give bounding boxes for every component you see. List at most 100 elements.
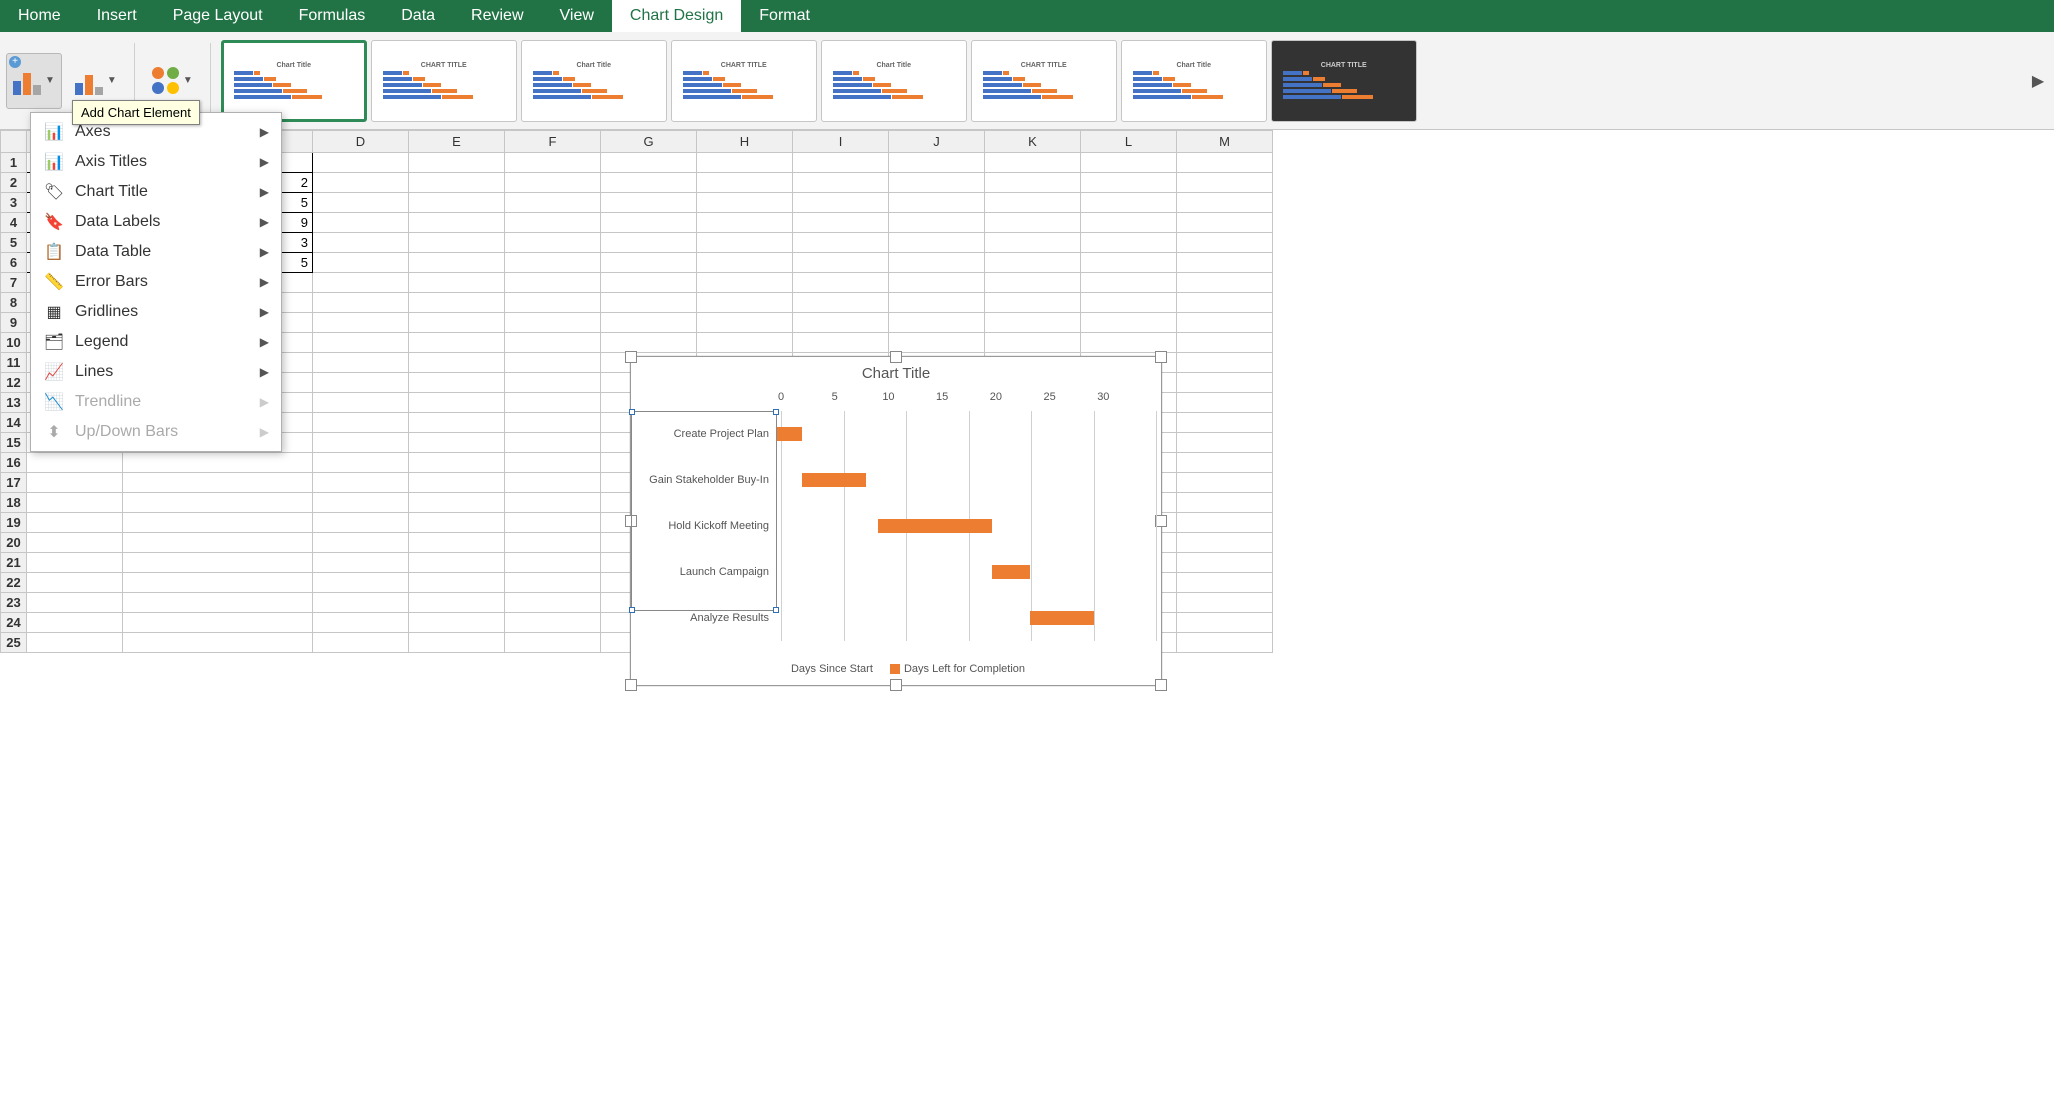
cell-F24[interactable] xyxy=(505,613,601,633)
row-header-19[interactable]: 19 xyxy=(1,513,27,533)
cell-C18[interactable] xyxy=(123,493,313,513)
row-header-16[interactable]: 16 xyxy=(1,453,27,473)
cell-M21[interactable] xyxy=(1177,553,1273,573)
col-header-E[interactable]: E xyxy=(409,131,505,153)
cell-D4[interactable] xyxy=(313,213,409,233)
cell-F22[interactable] xyxy=(505,573,601,593)
cell-D13[interactable] xyxy=(313,393,409,413)
cell-D20[interactable] xyxy=(313,533,409,553)
row-header-8[interactable]: 8 xyxy=(1,293,27,313)
menu-item-data-labels[interactable]: 🔖Data Labels▶ xyxy=(31,207,281,237)
cell-F18[interactable] xyxy=(505,493,601,513)
ribbon-tab-formulas[interactable]: Formulas xyxy=(281,0,384,32)
cell-E10[interactable] xyxy=(409,333,505,353)
cell-E1[interactable] xyxy=(409,153,505,173)
cell-D12[interactable] xyxy=(313,373,409,393)
cell-B25[interactable] xyxy=(27,633,123,653)
cell-D18[interactable] xyxy=(313,493,409,513)
cell-B23[interactable] xyxy=(27,593,123,613)
cell-D19[interactable] xyxy=(313,513,409,533)
cell-H1[interactable] xyxy=(697,153,793,173)
cell-E22[interactable] xyxy=(409,573,505,593)
cell-C23[interactable] xyxy=(123,593,313,613)
cell-F17[interactable] xyxy=(505,473,601,493)
cell-D16[interactable] xyxy=(313,453,409,473)
cell-E8[interactable] xyxy=(409,293,505,313)
row-header-10[interactable]: 10 xyxy=(1,333,27,353)
cell-B18[interactable] xyxy=(27,493,123,513)
cell-M15[interactable] xyxy=(1177,433,1273,453)
cell-L8[interactable] xyxy=(1081,293,1177,313)
cell-D9[interactable] xyxy=(313,313,409,333)
row-header-24[interactable]: 24 xyxy=(1,613,27,633)
cell-F25[interactable] xyxy=(505,633,601,653)
cell-F4[interactable] xyxy=(505,213,601,233)
cell-M25[interactable] xyxy=(1177,633,1273,653)
row-header-3[interactable]: 3 xyxy=(1,193,27,213)
menu-item-axis-titles[interactable]: 📊Axis Titles▶ xyxy=(31,147,281,177)
cell-H10[interactable] xyxy=(697,333,793,353)
cell-K4[interactable] xyxy=(985,213,1081,233)
cell-H9[interactable] xyxy=(697,313,793,333)
cell-G3[interactable] xyxy=(601,193,697,213)
cell-I8[interactable] xyxy=(793,293,889,313)
cell-H2[interactable] xyxy=(697,173,793,193)
cell-E18[interactable] xyxy=(409,493,505,513)
ribbon-tab-data[interactable]: Data xyxy=(383,0,453,32)
cell-M24[interactable] xyxy=(1177,613,1273,633)
col-header-M[interactable]: M xyxy=(1177,131,1273,153)
cell-M1[interactable] xyxy=(1177,153,1273,173)
chart-bar-segment[interactable] xyxy=(878,519,992,533)
cell-F5[interactable] xyxy=(505,233,601,253)
cell-E6[interactable] xyxy=(409,253,505,273)
cell-D22[interactable] xyxy=(313,573,409,593)
cell-K3[interactable] xyxy=(985,193,1081,213)
cell-H8[interactable] xyxy=(697,293,793,313)
cell-G4[interactable] xyxy=(601,213,697,233)
cell-K6[interactable] xyxy=(985,253,1081,273)
worksheet-area[interactable]: BCDEFGHIJKLM1e StartDays Left for Comple… xyxy=(0,130,2054,1094)
chart-bar-row[interactable]: Create Project Plan xyxy=(631,425,1157,443)
cell-I10[interactable] xyxy=(793,333,889,353)
col-header-G[interactable]: G xyxy=(601,131,697,153)
row-header-1[interactable]: 1 xyxy=(1,153,27,173)
row-header-2[interactable]: 2 xyxy=(1,173,27,193)
cell-L1[interactable] xyxy=(1081,153,1177,173)
row-header-25[interactable]: 25 xyxy=(1,633,27,653)
chart-bar-segment[interactable] xyxy=(777,427,802,441)
cell-E11[interactable] xyxy=(409,353,505,373)
cell-B24[interactable] xyxy=(27,613,123,633)
cell-D24[interactable] xyxy=(313,613,409,633)
cell-C19[interactable] xyxy=(123,513,313,533)
cell-J1[interactable] xyxy=(889,153,985,173)
cell-H3[interactable] xyxy=(697,193,793,213)
cell-J8[interactable] xyxy=(889,293,985,313)
cell-I7[interactable] xyxy=(793,273,889,293)
cell-E9[interactable] xyxy=(409,313,505,333)
cell-B21[interactable] xyxy=(27,553,123,573)
cell-J6[interactable] xyxy=(889,253,985,273)
cell-M13[interactable] xyxy=(1177,393,1273,413)
cell-K2[interactable] xyxy=(985,173,1081,193)
cell-J3[interactable] xyxy=(889,193,985,213)
row-header-12[interactable]: 12 xyxy=(1,373,27,393)
chart-bar-segment[interactable] xyxy=(802,473,865,487)
cell-J2[interactable] xyxy=(889,173,985,193)
cell-M2[interactable] xyxy=(1177,173,1273,193)
cell-M5[interactable] xyxy=(1177,233,1273,253)
cell-L3[interactable] xyxy=(1081,193,1177,213)
cell-D8[interactable] xyxy=(313,293,409,313)
chart-style-thumb-4[interactable]: CHART TITLE xyxy=(671,40,817,122)
cell-G5[interactable] xyxy=(601,233,697,253)
ribbon-tab-view[interactable]: View xyxy=(542,0,612,32)
row-header-15[interactable]: 15 xyxy=(1,433,27,453)
resize-handle-sw[interactable] xyxy=(625,679,637,691)
resize-handle-ne[interactable] xyxy=(1155,351,1167,363)
add-chart-element-button[interactable]: + ▼ xyxy=(6,53,62,109)
cell-F11[interactable] xyxy=(505,353,601,373)
cell-E2[interactable] xyxy=(409,173,505,193)
chart-style-thumb-8[interactable]: CHART TITLE xyxy=(1271,40,1417,122)
cell-I1[interactable] xyxy=(793,153,889,173)
cell-M18[interactable] xyxy=(1177,493,1273,513)
row-header-6[interactable]: 6 xyxy=(1,253,27,273)
